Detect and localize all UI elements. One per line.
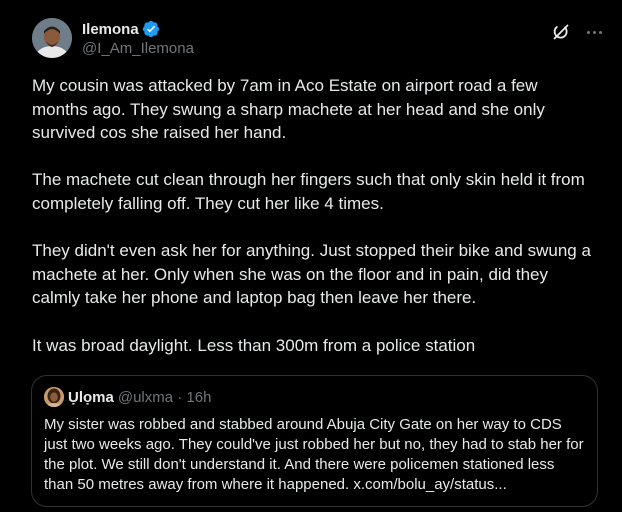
tweet-text: My cousin was attacked by 7am in Aco Est… [32,74,592,357]
quoted-tweet-text: My sister was robbed and stabbed around … [44,416,584,493]
author-display-name[interactable]: Ilemona [82,21,139,38]
author-handle[interactable]: @I_Am_Ilemona [82,40,194,57]
quoted-author-handle-time: @ulxma · 16h [117,388,212,406]
tweet-paragraph: It was broad daylight. Less than 300m fr… [32,335,476,355]
tweet-paragraph: They didn't even ask her for anything. J… [32,241,591,308]
author-info: Ilemona @I_Am_Ilemona [82,19,194,58]
tweet-paragraph: My cousin was attacked by 7am in Aco Est… [32,76,545,143]
grok-icon[interactable] [551,22,571,42]
quoted-author-name: Ụlọma [68,388,114,406]
quoted-tweet-header: Ụlọma @ulxma · 16h [44,387,211,407]
tweet: Ilemona @I_Am_Ilemona My cousin was atta… [0,0,622,512]
quoted-tweet[interactable]: Ụlọma @ulxma · 16h My sister was robbed … [31,375,598,507]
quoted-author-avatar [44,387,64,407]
more-icon[interactable] [582,20,606,44]
tweet-paragraph: The machete cut clean through her finger… [32,170,585,213]
author-avatar[interactable] [32,18,72,58]
verified-badge-icon [142,20,160,38]
